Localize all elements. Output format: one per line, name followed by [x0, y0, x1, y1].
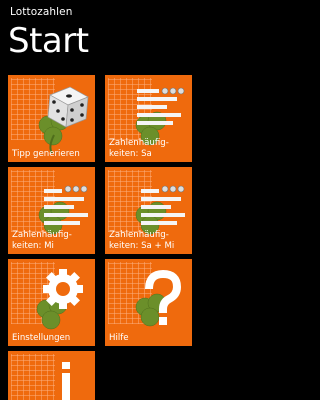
tile-label: Zahlenhäufig-keiten: Mi	[12, 230, 72, 251]
app-title: Lottozahlen	[10, 6, 73, 18]
tile-label: Zahlenhäufig-keiten: Sa	[109, 138, 169, 159]
tile-hilfe[interactable]: Hilfe	[105, 259, 192, 346]
tile-zahlenhaeufigkeiten-mi[interactable]: Zahlenhäufig-keiten: Mi	[8, 167, 95, 254]
tile-zahlenhaeufigkeiten-sa[interactable]: Zahlenhäufig-keiten: Sa	[105, 75, 192, 162]
tile-label: Zahlenhäufig-keiten: Sa + Mi	[109, 230, 175, 251]
tile-tipp-generieren[interactable]: Tipp generieren	[8, 75, 95, 162]
tile-info[interactable]	[8, 351, 95, 400]
info-icon	[62, 362, 70, 400]
page-title: Start	[8, 21, 89, 61]
tile-einstellungen[interactable]: Einstellungen	[8, 259, 95, 346]
tile-label: Einstellungen	[12, 332, 71, 343]
tile-label: Tipp generieren	[12, 148, 80, 159]
tile-zahlenhaeufigkeiten-sa-mi[interactable]: Zahlenhäufig-keiten: Sa + Mi	[105, 167, 192, 254]
tile-label: Hilfe	[109, 332, 129, 343]
